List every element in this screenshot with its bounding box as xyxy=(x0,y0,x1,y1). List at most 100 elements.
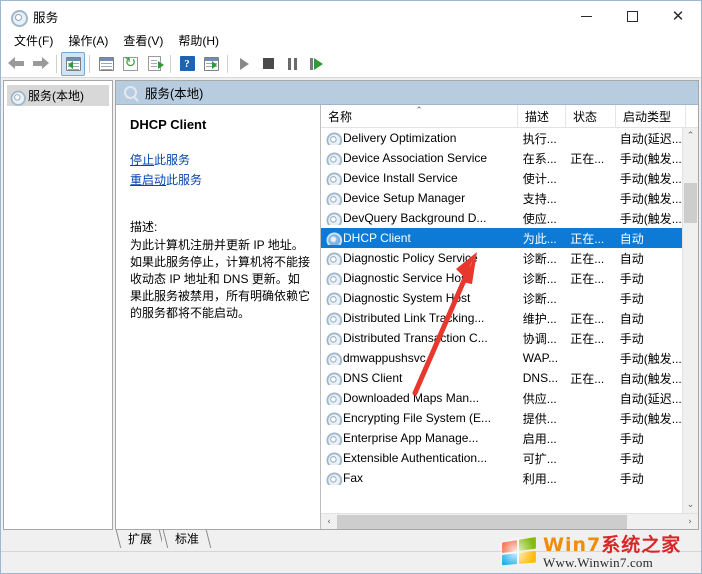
service-startup-cell: 手动 xyxy=(619,291,644,306)
stop-service-link-rest: 此服务 xyxy=(154,153,191,167)
restart-service-button[interactable] xyxy=(304,52,328,76)
table-row[interactable]: Distributed Link Tracking... 维护... 正在... 自动 xyxy=(321,308,682,328)
service-name-cell: dmwappushsvc xyxy=(321,351,516,365)
help-question-icon: ? xyxy=(179,56,195,71)
services-gear-icon xyxy=(326,472,343,485)
sort-ascending-icon: ⌃ xyxy=(415,106,423,116)
back-button[interactable] xyxy=(4,52,28,76)
menu-help[interactable]: 帮助(H) xyxy=(171,31,227,51)
table-row[interactable]: Diagnostic System Host 诊断... 手动 xyxy=(321,288,682,308)
service-status-cell: 正在... xyxy=(570,251,605,266)
tab-standard[interactable]: 标准 xyxy=(162,530,210,548)
service-name-label: Diagnostic System Host xyxy=(343,291,471,305)
column-status[interactable]: 状态 xyxy=(566,105,616,127)
table-row[interactable]: Distributed Transaction C... 协调... 正在... 手动 xyxy=(321,328,682,348)
table-row[interactable]: Device Install Service 使计... 手动(触发... xyxy=(321,168,682,188)
refresh-button[interactable] xyxy=(118,52,142,76)
properties-button[interactable] xyxy=(94,52,118,76)
scroll-up-button[interactable]: ⌃ xyxy=(683,128,698,144)
table-row[interactable]: Diagnostic Policy Service 诊断... 正在... 自动 xyxy=(321,248,682,268)
watermark-title: Win7系统之家 xyxy=(543,536,681,555)
table-row[interactable]: dmwappushsvc WAP... 手动(触发... xyxy=(321,348,682,368)
services-gear-icon xyxy=(326,152,343,165)
view-tabs: 扩展 标准 xyxy=(115,528,210,548)
table-row[interactable]: Device Association Service 在系... 正在... 手动(触… xyxy=(321,148,682,168)
export-list-button[interactable] xyxy=(142,52,166,76)
table-row[interactable]: Fax 利用... 手动 xyxy=(321,468,682,488)
pause-icon xyxy=(287,57,298,70)
column-description[interactable]: 描述 xyxy=(518,105,566,127)
toolbar-separator xyxy=(170,54,171,73)
restart-icon xyxy=(309,57,323,70)
table-row[interactable]: DNS Client DNS... 正在... 自动(触发... xyxy=(321,368,682,388)
table-row[interactable]: Enterprise App Manage... 启用... 手动 xyxy=(321,428,682,448)
minimize-button[interactable] xyxy=(563,1,609,32)
restart-service-link[interactable]: 重启动此服务 xyxy=(130,171,310,188)
services-gear-icon xyxy=(10,9,28,27)
service-name-label: Diagnostic Policy Service xyxy=(343,251,478,265)
tree-node-services-local[interactable]: 服务(本地) xyxy=(7,85,109,106)
tab-extended[interactable]: 扩展 xyxy=(115,530,163,548)
table-row[interactable]: Delivery Optimization 执行... 自动(延迟... xyxy=(321,128,682,148)
scroll-right-button[interactable]: › xyxy=(682,514,698,530)
services-gear-icon xyxy=(326,172,343,185)
close-button[interactable]: ✕ xyxy=(655,1,701,32)
restart-service-link-rest: 此服务 xyxy=(166,173,203,187)
results-pane-title: 服务(本地) xyxy=(145,87,204,101)
service-status-cell: 正在... xyxy=(570,151,605,166)
table-row[interactable]: Device Setup Manager 支持... 手动(触发... xyxy=(321,188,682,208)
maximize-button[interactable] xyxy=(609,1,655,32)
stop-icon xyxy=(262,58,274,69)
watermark-url: Www.Winwin7.com xyxy=(543,555,653,570)
console-tree-icon xyxy=(65,56,81,71)
service-detail-panel: DHCP Client 停止此服务 重启动此服务 描述: 为此计算机注册并更新 … xyxy=(116,105,321,529)
service-description-cell: 使计... xyxy=(522,171,557,186)
table-row[interactable]: Extensible Authentication... 可扩... 手动 xyxy=(321,448,682,468)
column-startup-type[interactable]: 启动类型 xyxy=(616,105,686,127)
service-name-label: Encrypting File System (E... xyxy=(343,411,492,425)
stop-service-button[interactable] xyxy=(256,52,280,76)
services-gear-icon xyxy=(326,192,343,205)
horizontal-scroll-thumb[interactable] xyxy=(337,514,627,529)
menu-file[interactable]: 文件(F) xyxy=(7,31,61,51)
services-gear-icon xyxy=(326,332,343,345)
show-action-pane-button[interactable] xyxy=(199,52,223,76)
vertical-scroll-thumb[interactable] xyxy=(684,183,697,223)
maximize-icon xyxy=(626,11,638,22)
scroll-down-button[interactable]: ⌄ xyxy=(683,497,698,513)
start-service-button[interactable] xyxy=(232,52,256,76)
table-row[interactable]: Encrypting File System (E... 提供... 手动(触发..… xyxy=(321,408,682,428)
service-description-cell: 诊断... xyxy=(522,271,557,286)
menu-action[interactable]: 操作(A) xyxy=(61,31,116,51)
service-description-cell: 可扩... xyxy=(522,451,557,466)
pause-service-button[interactable] xyxy=(280,52,304,76)
list-header-row: 名称 ⌃ 描述 状态 启动类型 xyxy=(321,105,698,128)
service-name-label: Downloaded Maps Man... xyxy=(343,391,480,405)
service-name-label: DevQuery Background D... xyxy=(343,211,487,225)
play-icon xyxy=(239,57,249,70)
console-tree-pane: 服务(本地) xyxy=(3,80,113,530)
stop-service-link[interactable]: 停止此服务 xyxy=(130,151,310,168)
title-bar: 服务 ✕ xyxy=(1,1,701,32)
help-button[interactable]: ? xyxy=(175,52,199,76)
service-description-cell: WAP... xyxy=(522,351,559,365)
service-description-cell: 在系... xyxy=(522,151,557,166)
services-gear-icon xyxy=(10,89,26,106)
service-description-cell: 执行... xyxy=(522,131,557,146)
table-row[interactable]: Downloaded Maps Man... 供应... 自动(延迟... xyxy=(321,388,682,408)
menu-view[interactable]: 查看(V) xyxy=(116,31,171,51)
toolbar: ? xyxy=(1,50,701,78)
show-hide-tree-button[interactable] xyxy=(61,51,85,76)
column-name[interactable]: 名称 ⌃ xyxy=(321,105,518,127)
table-row[interactable]: DevQuery Background D... 使应... 手动(触发... xyxy=(321,208,682,228)
results-pane: 服务(本地) DHCP Client 停止此服务 重启动此服务 描述: 为此计算… xyxy=(115,80,699,530)
horizontal-scrollbar[interactable]: ‹ › xyxy=(321,513,698,529)
scroll-left-button[interactable]: ‹ xyxy=(321,514,337,530)
table-row[interactable]: DHCP Client 为此... 正在... 自动 xyxy=(321,228,682,248)
vertical-scrollbar[interactable]: ⌃ ⌄ xyxy=(682,128,698,513)
service-status-cell: 正在... xyxy=(570,371,605,386)
table-row[interactable]: Diagnostic Service Host 诊断... 正在... 手动 xyxy=(321,268,682,288)
service-startup-cell: 手动(触发... xyxy=(619,211,682,226)
service-name-label: Enterprise App Manage... xyxy=(343,431,479,445)
forward-button[interactable] xyxy=(28,52,52,76)
